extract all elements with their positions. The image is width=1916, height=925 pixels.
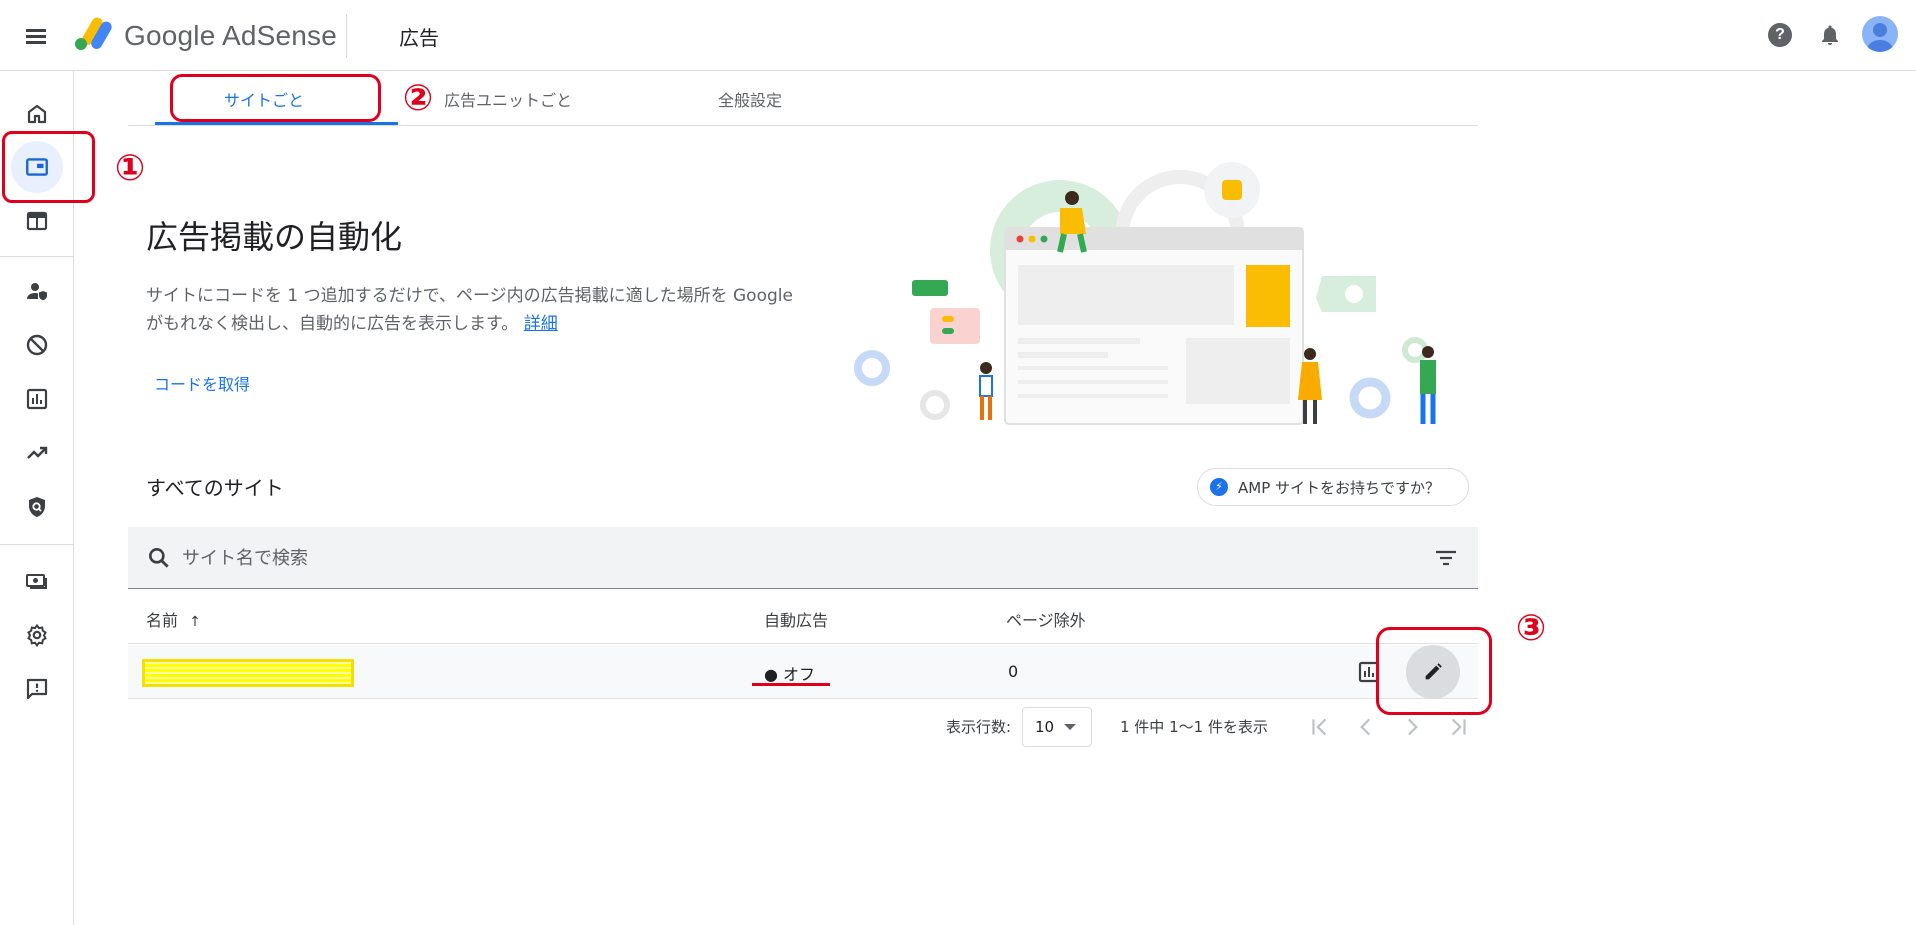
dropdown-caret-icon — [1064, 724, 1077, 730]
sites-table-header: 名前 ↑ 自動広告 ページ除外 — [128, 590, 1478, 644]
auto-ads-title: 広告掲載の自動化 — [146, 218, 403, 256]
nav-block-icon[interactable] — [19, 327, 55, 363]
nav-settings-icon[interactable] — [19, 617, 55, 653]
site-name-redacted[interactable] — [142, 659, 354, 687]
search-icon[interactable] — [146, 545, 172, 571]
lightning-icon: ⚡ — [1210, 478, 1228, 496]
nav-optimization-icon[interactable] — [19, 435, 55, 471]
description-line-1: サイトにコードを 1 つ追加するだけで、ページ内の広告掲載に適した場所を Goo… — [146, 286, 793, 306]
column-auto-ads-header[interactable]: 自動広告 — [764, 607, 828, 631]
annotation-number-1: ① — [114, 148, 146, 189]
site-search-input[interactable] — [182, 540, 1362, 576]
annotation-number-3: ③ — [1515, 608, 1547, 649]
active-tab-indicator — [155, 122, 398, 125]
get-code-button[interactable]: コードを取得 — [154, 371, 250, 395]
amp-sites-chip[interactable]: ⚡ AMP サイトをお持ちですか？ — [1197, 468, 1469, 506]
pagination-range: 1 件中 1〜1 件を表示 — [1120, 718, 1268, 736]
auto-ads-status: ● オフ — [764, 665, 816, 684]
nav-separator — [0, 256, 73, 257]
table-row[interactable]: ● オフ 0 — [128, 645, 1478, 699]
all-sites-heading: すべてのサイト — [146, 476, 284, 500]
next-page-icon[interactable] — [1399, 714, 1425, 740]
header-divider — [346, 14, 347, 58]
rows-per-page-label: 表示行数: — [946, 718, 1012, 736]
avatar-person-icon — [1866, 23, 1894, 52]
column-page-exclusion-header[interactable]: ページ除外 — [1006, 607, 1086, 631]
nav-privacy-messaging-icon[interactable] — [19, 273, 55, 309]
amp-chip-label: AMP サイトをお持ちですか？ — [1238, 478, 1441, 497]
annotation-box-ads-nav — [2, 131, 95, 203]
nav-reports-icon[interactable] — [19, 381, 55, 417]
tab-by-ad-unit[interactable]: 広告ユニットごと — [428, 71, 588, 126]
auto-ads-description: サイトにコードを 1 つ追加するだけで、ページ内の広告掲載に適した場所を Goo… — [146, 282, 846, 338]
brand-google: Google — [124, 20, 216, 51]
rows-per-page-select[interactable]: 10 — [1022, 707, 1092, 747]
page-title: 広告 — [399, 26, 439, 50]
first-page-icon[interactable] — [1307, 714, 1333, 740]
auto-ads-illustration — [854, 162, 1436, 425]
brand-name: Google AdSense — [124, 20, 337, 52]
nav-policy-center-icon[interactable] — [19, 489, 55, 525]
annotation-number-2: ② — [402, 78, 434, 119]
description-line-2: がもれなく検出し、自動的に広告を表示します。 — [146, 314, 519, 334]
rows-per-page-value: 10 — [1035, 718, 1055, 736]
top-app-bar: Google AdSense 広告 ? — [0, 0, 1916, 71]
annotation-underline-auto-ads — [752, 683, 830, 686]
tab-global-settings[interactable]: 全般設定 — [690, 71, 810, 126]
column-name-label: 名前 — [146, 611, 179, 630]
brand-product: AdSense — [221, 20, 337, 51]
page-exclusion-count: 0 — [1008, 662, 1019, 681]
menu-icon[interactable] — [22, 22, 50, 50]
adsense-logo — [75, 17, 112, 50]
account-avatar[interactable] — [1862, 16, 1898, 52]
column-name-header[interactable]: 名前 ↑ — [146, 607, 201, 631]
nav-payments-icon[interactable] — [19, 563, 55, 599]
filter-icon[interactable] — [1433, 547, 1459, 569]
previous-page-icon[interactable] — [1353, 714, 1379, 740]
learn-more-link[interactable]: 詳細 — [524, 314, 558, 334]
notifications-icon[interactable] — [1818, 23, 1842, 47]
nav-separator — [0, 544, 73, 545]
nav-feedback-icon[interactable] — [19, 671, 55, 707]
annotation-box-site-tab — [170, 74, 381, 122]
sort-arrow-icon: ↑ — [189, 614, 201, 630]
last-page-icon[interactable] — [1445, 714, 1471, 740]
nav-layout-icon[interactable] — [19, 203, 55, 239]
site-search-bar — [128, 527, 1478, 589]
nav-home-icon[interactable] — [19, 96, 55, 132]
annotation-box-edit — [1376, 627, 1492, 715]
help-icon[interactable]: ? — [1768, 23, 1792, 47]
